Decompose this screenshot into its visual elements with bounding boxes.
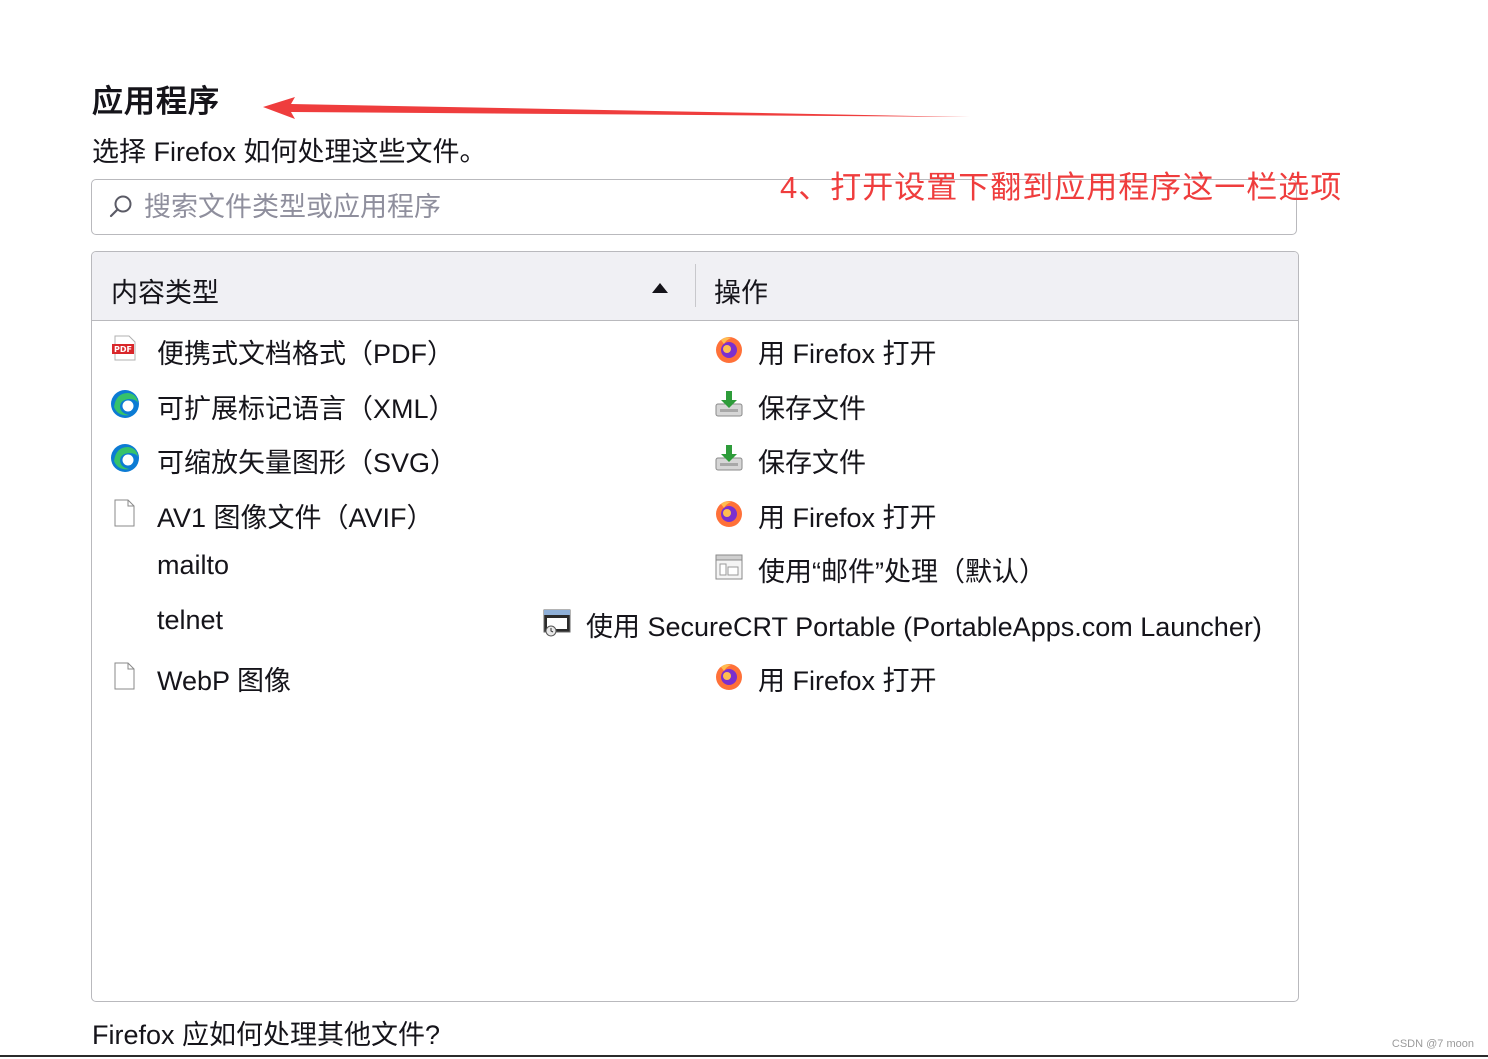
annotation-arrow	[263, 97, 970, 119]
other-files-question: Firefox 应如何处理其他文件?	[92, 1020, 441, 1050]
content-type-label: 便携式文档格式（PDF）	[157, 339, 454, 369]
firefox-icon	[714, 661, 744, 691]
firefox-icon	[714, 498, 744, 528]
app-window-icon	[714, 552, 744, 582]
content-type-label: telnet	[157, 605, 224, 635]
column-divider[interactable]	[695, 264, 696, 307]
section-title: 应用程序	[92, 84, 220, 119]
content-type-label: 可扩展标记语言（XML）	[157, 394, 456, 424]
edge-icon	[110, 389, 139, 418]
action-label[interactable]: 保存文件	[758, 387, 866, 426]
divider	[0, 1055, 1488, 1057]
sort-ascending-icon[interactable]	[652, 280, 668, 298]
action-label[interactable]: 使用“邮件”处理（默认）	[758, 550, 1046, 589]
action-label[interactable]: 用 Firefox 打开	[758, 496, 937, 535]
edge-icon	[110, 443, 139, 472]
file-icon	[110, 661, 138, 690]
file-icon	[110, 498, 138, 527]
content-type-label: WebP 图像	[157, 666, 292, 696]
table-row[interactable]: mailto 使用“邮件”处理（默认）	[92, 540, 1298, 594]
save-download-icon	[714, 389, 744, 419]
table-row[interactable]: AV1 图像文件（AVIF） 用 Firefox 打开	[92, 486, 1298, 540]
table-row[interactable]: WebP 图像 用 Firefox 打开	[92, 649, 1298, 703]
action-label[interactable]: 用 Firefox 打开	[758, 332, 937, 371]
column-header-action[interactable]: 操作	[714, 271, 768, 310]
search-icon	[108, 194, 134, 225]
applications-table: 内容类型 操作 PDF 便携式文档格式（PDF） 用 Firefox 打开 可扩…	[91, 251, 1299, 1002]
watermark: CSDN @7 moon	[1391, 1038, 1474, 1050]
pdf-icon: PDF	[110, 334, 138, 362]
annotation-text: 4、打开设置下翻到应用程序这一栏选项	[780, 170, 1343, 205]
table-header: 内容类型 操作	[92, 252, 1298, 321]
content-type-label: AV1 图像文件（AVIF）	[157, 503, 434, 533]
content-type-label: 可缩放矢量图形（SVG）	[157, 448, 458, 478]
content-type-label: mailto	[157, 550, 230, 580]
table-row[interactable]: 可扩展标记语言（XML） 保存文件	[92, 377, 1298, 431]
firefox-icon	[714, 334, 744, 364]
table-row[interactable]: telnet 使用 SecureCRT Portable (PortableAp…	[92, 595, 1298, 649]
save-download-icon	[714, 443, 744, 473]
svg-text:PDF: PDF	[114, 345, 132, 354]
section-description: 选择 Firefox 如何处理这些文件。	[92, 137, 487, 167]
table-row[interactable]: PDF 便携式文档格式（PDF） 用 Firefox 打开	[92, 322, 1298, 376]
column-header-content-type[interactable]: 内容类型	[111, 271, 219, 310]
action-label[interactable]: 用 Firefox 打开	[758, 659, 937, 698]
securecrt-icon	[542, 607, 572, 637]
action-label[interactable]: 使用 SecureCRT Portable (PortableApps.com …	[586, 605, 1262, 644]
table-row[interactable]: 可缩放矢量图形（SVG） 保存文件	[92, 431, 1298, 485]
action-label[interactable]: 保存文件	[758, 441, 866, 480]
